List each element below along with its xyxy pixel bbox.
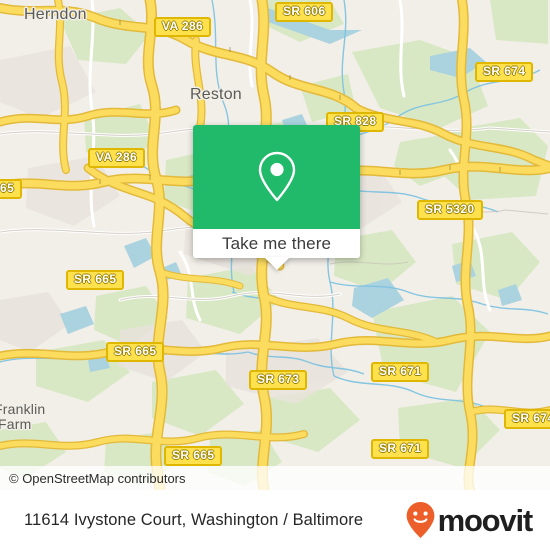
road-shield-sr-665: SR 665: [106, 342, 165, 362]
moovit-wordmark: moovit: [437, 502, 534, 538]
road-shield-sr-674: SR 674: [475, 62, 534, 82]
road-shield-sr-665: SR 665: [164, 446, 223, 466]
footer-content: 11614 Ivystone Court, Washington / Balti…: [0, 490, 550, 550]
location-address: 11614 Ivystone Court, Washington / Balti…: [24, 510, 364, 529]
road-shield-sr-606: SR 606: [275, 2, 334, 22]
moovit-pin-icon: [406, 502, 434, 538]
take-me-there-popup[interactable]: Take me there: [193, 125, 360, 270]
road-shield-sr-665: SR 665: [66, 270, 125, 290]
openstreetmap-attribution[interactable]: © OpenStreetMap contributors: [9, 471, 186, 486]
road-shield-sr-673: SR 673: [249, 370, 308, 390]
road-shield-sr-5320: SR 5320: [417, 200, 483, 220]
road-shield-va-286: VA 286: [88, 148, 146, 168]
popup-header: [193, 125, 360, 229]
road-shield-65: 65: [0, 179, 23, 199]
map-screenshot-root: HerndonRestonFranklinFarm SR 606VA 286SR…: [0, 0, 550, 550]
popup-pointer-tip: [263, 257, 290, 270]
road-shield-sr-671: SR 671: [371, 362, 430, 382]
popup-action-bar[interactable]: Take me there: [193, 229, 360, 258]
map-viewport[interactable]: HerndonRestonFranklinFarm SR 606VA 286SR…: [0, 0, 550, 490]
moovit-logo[interactable]: moovit: [405, 501, 534, 539]
road-shield-va-286: VA 286: [154, 17, 212, 37]
road-shield-sr-674: SR 674: [504, 409, 550, 429]
take-me-there-label: Take me there: [221, 233, 332, 253]
road-shield-sr-671: SR 671: [371, 439, 430, 459]
map-attribution-bar: © OpenStreetMap contributors: [0, 466, 550, 490]
footer-bar: 11614 Ivystone Court, Washington / Balti…: [0, 490, 550, 550]
location-pin-icon: [258, 151, 295, 202]
